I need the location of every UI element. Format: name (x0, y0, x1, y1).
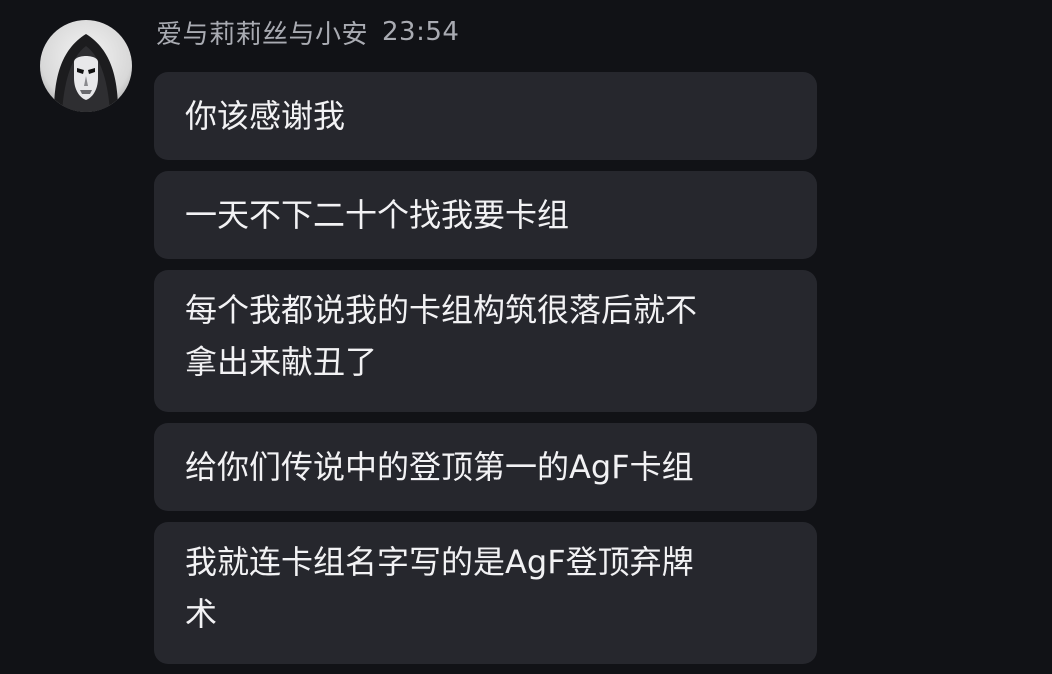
avatar[interactable] (40, 20, 132, 112)
message-text: 你该感谢我 (185, 97, 346, 135)
chat-screen: 爱与莉莉丝与小安 23:54 你该感谢我 一天不下二十个找我要卡组 每个我都说我… (0, 0, 1052, 674)
message-text: 术 (185, 595, 218, 633)
message-text: 给你们传说中的登顶第一的AgF卡组 (185, 448, 694, 486)
message-list: 你该感谢我 一天不下二十个找我要卡组 每个我都说我的卡组构筑很落后就不 拿出来献… (154, 72, 817, 664)
message-time: 23:54 (382, 17, 460, 47)
message-text: 拿出来献丑了 (185, 343, 378, 381)
message-bubble[interactable]: 给你们传说中的登顶第一的AgF卡组 (154, 423, 817, 511)
message-bubble[interactable]: 一天不下二十个找我要卡组 (154, 171, 817, 259)
message-bubble[interactable]: 你该感谢我 (154, 72, 817, 160)
message-text: 每个我都说我的卡组构筑很落后就不 (185, 291, 698, 329)
message-header: 爱与莉莉丝与小安 23:54 (156, 14, 459, 50)
message-text: 我就连卡组名字写的是AgF登顶弃牌 (185, 543, 694, 581)
sender-name[interactable]: 爱与莉莉丝与小安 (156, 14, 368, 51)
message-text: 一天不下二十个找我要卡组 (185, 196, 570, 234)
hooded-mask-avatar-icon (40, 20, 132, 112)
message-bubble[interactable]: 每个我都说我的卡组构筑很落后就不 拿出来献丑了 (154, 270, 817, 412)
message-bubble[interactable]: 我就连卡组名字写的是AgF登顶弃牌 术 (154, 522, 817, 664)
